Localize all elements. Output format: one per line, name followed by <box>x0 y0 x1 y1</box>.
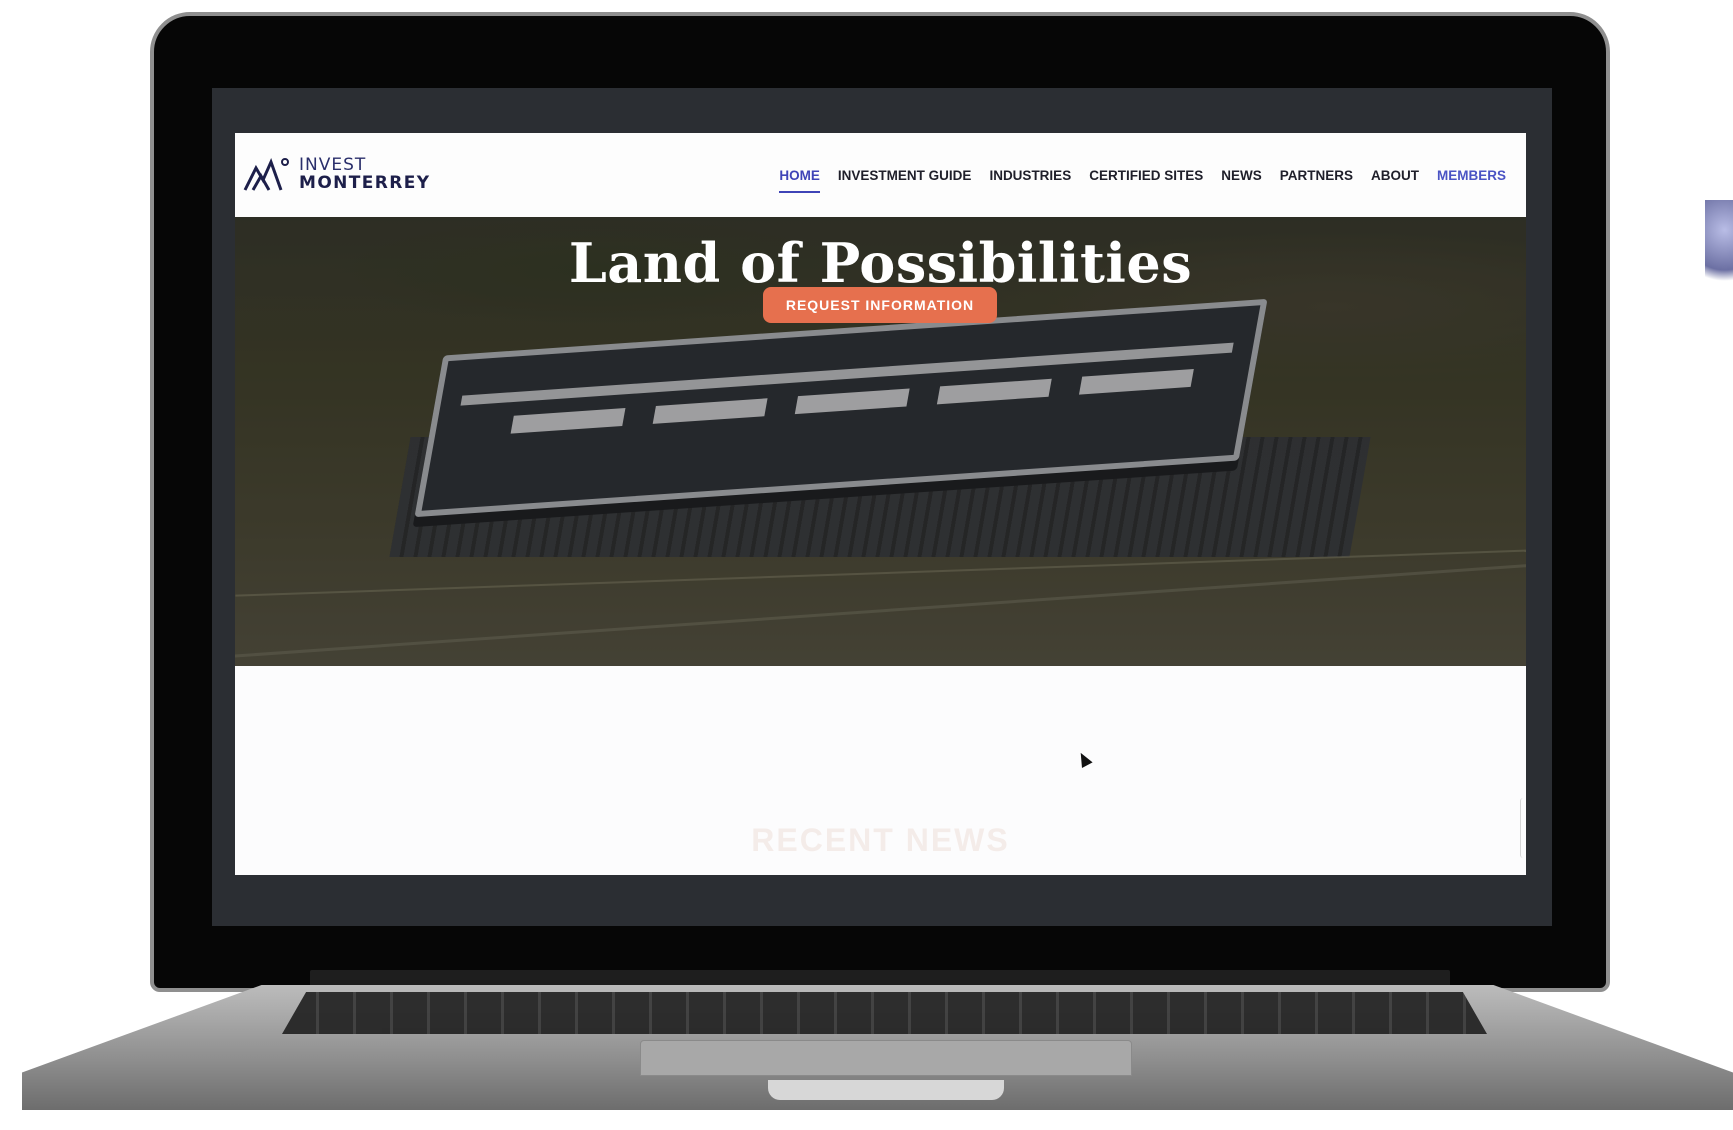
logo-line-monterrey: MONTERREY <box>299 173 431 193</box>
scroll-handle[interactable] <box>1520 798 1526 858</box>
laptop-notch <box>768 1080 1004 1100</box>
laptop-trackpad <box>640 1040 1132 1076</box>
nav-home[interactable]: HOME <box>779 162 820 193</box>
nav-members[interactable]: MEMBERS <box>1437 162 1506 189</box>
hero-section: Land of Possibilities REQUEST INFORMATIO… <box>235 217 1526 666</box>
nav-partners[interactable]: PARTNERS <box>1280 162 1353 189</box>
website-viewport: INVEST MONTERREY HOME INVESTMENT GUIDE I… <box>235 133 1526 875</box>
mountains-logo-icon <box>243 157 289 191</box>
recent-news-heading: RECENT NEWS <box>751 821 1010 858</box>
hero-title: Land of Possibilities <box>568 231 1193 296</box>
laptop-keyboard <box>282 992 1487 1034</box>
site-logo[interactable]: INVEST MONTERREY <box>243 156 431 194</box>
request-information-button[interactable]: REQUEST INFORMATION <box>763 287 997 323</box>
nav-about[interactable]: ABOUT <box>1371 162 1419 189</box>
nav-certified-sites[interactable]: CERTIFIED SITES <box>1089 162 1203 189</box>
partial-robot-figure <box>1705 200 1733 300</box>
site-header: INVEST MONTERREY HOME INVESTMENT GUIDE I… <box>235 133 1526 217</box>
logo-wordmark: INVEST MONTERREY <box>299 156 431 193</box>
nav-news[interactable]: NEWS <box>1221 162 1262 189</box>
nav-industries[interactable]: INDUSTRIES <box>989 162 1071 189</box>
nav-investment-guide[interactable]: INVESTMENT GUIDE <box>838 162 972 189</box>
main-nav: HOME INVESTMENT GUIDE INDUSTRIES CERTIFI… <box>779 162 1506 193</box>
